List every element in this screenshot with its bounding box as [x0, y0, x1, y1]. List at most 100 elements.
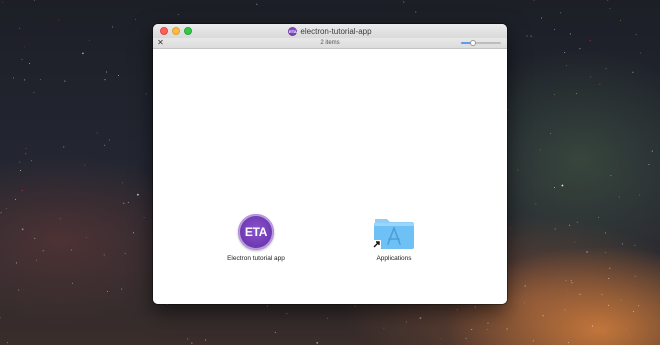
star	[532, 340, 534, 342]
star	[29, 62, 30, 64]
star	[553, 187, 555, 189]
app-item-label: Electron tutorial app	[227, 255, 285, 262]
star	[405, 321, 407, 323]
star	[21, 228, 24, 231]
star	[18, 289, 20, 291]
star	[403, 1, 405, 3]
star	[565, 65, 567, 67]
star	[620, 299, 622, 301]
star	[571, 282, 573, 284]
applications-item[interactable]: Applications	[339, 214, 449, 262]
icon-size-slider-knob[interactable]	[470, 40, 476, 46]
star	[618, 196, 620, 198]
finder-window: ETA electron-tutorial-app ✕ 2 items ETA …	[153, 24, 507, 304]
star	[524, 302, 525, 304]
star	[88, 39, 90, 41]
star	[620, 19, 622, 21]
star	[30, 160, 32, 162]
star	[599, 83, 601, 85]
star	[135, 18, 137, 20]
star	[13, 77, 14, 79]
star	[541, 17, 542, 19]
star	[256, 3, 258, 5]
app-item[interactable]: ETA Electron tutorial app	[201, 214, 311, 262]
star	[64, 80, 66, 82]
star	[625, 328, 627, 331]
star	[327, 317, 328, 319]
applications-item-label: Applications	[376, 255, 412, 262]
star	[96, 132, 98, 134]
star	[486, 329, 488, 330]
star	[554, 228, 556, 230]
star	[589, 40, 591, 42]
star	[586, 251, 588, 253]
star	[106, 71, 108, 73]
star	[638, 194, 640, 196]
star	[608, 278, 610, 280]
star	[145, 93, 147, 95]
star	[465, 337, 467, 339]
star	[121, 288, 123, 290]
star	[42, 250, 44, 252]
star	[118, 75, 119, 76]
star	[506, 328, 508, 330]
star	[21, 189, 23, 191]
window-title-text: electron-tutorial-app	[300, 26, 372, 36]
star	[530, 35, 532, 37]
star	[383, 327, 385, 329]
star	[274, 331, 276, 333]
star	[58, 19, 60, 21]
star	[576, 92, 578, 94]
star	[579, 48, 581, 50]
star	[609, 267, 611, 269]
status-bar: ✕ 2 items	[153, 38, 507, 49]
star	[354, 305, 356, 307]
star	[634, 275, 636, 277]
icon-size-slider[interactable]	[461, 40, 501, 46]
star	[535, 203, 537, 205]
star	[85, 236, 87, 238]
star	[137, 193, 139, 196]
star	[542, 315, 544, 317]
star	[16, 262, 18, 264]
star	[5, 208, 7, 210]
star	[565, 280, 567, 282]
star	[607, 304, 609, 306]
items-count: 2 items	[320, 40, 340, 46]
star	[607, 0, 609, 1]
star	[632, 311, 634, 313]
star	[70, 249, 72, 251]
applications-folder-icon[interactable]	[372, 214, 416, 250]
star	[510, 227, 512, 229]
star	[598, 216, 600, 218]
star	[72, 282, 73, 284]
star	[487, 322, 489, 324]
star	[177, 13, 179, 15]
star	[568, 342, 569, 343]
star	[34, 237, 36, 239]
star	[21, 59, 23, 61]
star	[19, 27, 21, 29]
star	[25, 153, 27, 155]
star	[123, 202, 125, 204]
star	[550, 132, 552, 134]
star	[456, 309, 458, 311]
star	[648, 163, 650, 165]
star	[415, 11, 417, 13]
star	[124, 253, 126, 254]
star	[561, 184, 564, 187]
star	[190, 342, 193, 345]
star	[36, 259, 38, 261]
star	[526, 35, 528, 37]
star	[63, 146, 65, 148]
electron-tutorial-app-icon[interactable]: ETA	[238, 214, 274, 250]
star	[564, 52, 566, 53]
star	[524, 285, 527, 287]
star	[592, 325, 594, 327]
star	[635, 34, 637, 36]
app-title-icon: ETA	[288, 26, 298, 36]
star	[286, 313, 288, 315]
window-title: ETA electron-tutorial-app	[153, 24, 507, 38]
title-bar[interactable]: ETA electron-tutorial-app	[153, 24, 507, 38]
star	[33, 92, 35, 94]
